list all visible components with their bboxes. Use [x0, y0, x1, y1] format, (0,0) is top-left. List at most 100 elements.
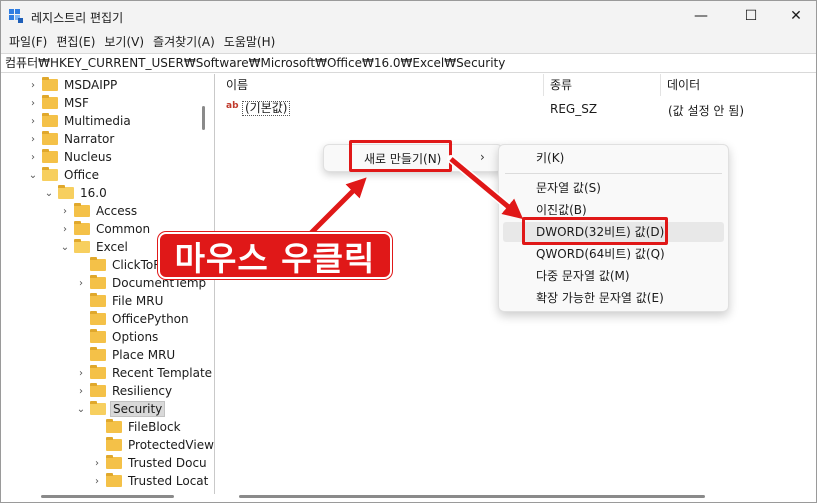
tree-item-label: Resiliency [112, 384, 173, 398]
tree-item-label: 16.0 [80, 186, 107, 200]
tree-item-label: Common [96, 222, 151, 236]
menu-view[interactable]: 보기(V) [100, 31, 149, 53]
tree-item[interactable]: ⌄ Office [27, 166, 101, 184]
chevron-right-icon[interactable]: › [59, 202, 71, 220]
tree-item[interactable]: › Multimedia [27, 112, 133, 130]
chevron-right-icon[interactable]: › [27, 112, 39, 130]
minimize-button[interactable]: — [678, 1, 724, 31]
maximize-button[interactable]: ☐ [728, 1, 774, 31]
folder-icon [106, 455, 122, 469]
tree-item[interactable]: ⌄ Security [75, 400, 166, 418]
tree-item-label: Multimedia [64, 114, 131, 128]
value-data: (값 설정 안 됨) [668, 104, 745, 118]
submenu-separator [505, 173, 722, 174]
tree-item[interactable]: ⌄ Excel [59, 238, 130, 256]
tree-item[interactable]: › Narrator [27, 130, 116, 148]
address-bar[interactable]: 컴퓨터₩HKEY_CURRENT_USER₩Software₩Microsoft… [1, 53, 816, 73]
value-row[interactable]: ab (기본값) REG_SZ (값 설정 안 됨) [220, 98, 816, 118]
column-header-name[interactable]: 이름 [220, 74, 544, 96]
tree-item[interactable]: › Common [59, 220, 152, 238]
value-type: REG_SZ [550, 102, 598, 116]
tree-item[interactable]: › Resiliency [75, 382, 174, 400]
tree-item-label: Access [96, 204, 138, 218]
tree-item[interactable]: Options [75, 328, 160, 346]
chevron-right-icon[interactable]: › [27, 148, 39, 166]
chevron-right-icon[interactable]: › [27, 94, 39, 112]
submenu-item-qword[interactable]: QWORD(64비트) 값(Q) [499, 244, 728, 264]
value-name[interactable]: (기본값) [242, 101, 291, 116]
tree-item[interactable]: › Trusted Docu [91, 454, 209, 472]
tree-item[interactable]: FileBlock [91, 418, 183, 436]
folder-icon [90, 365, 106, 379]
tree-item[interactable]: File MRU [75, 292, 165, 310]
tree-item[interactable]: › MSDAIPP [27, 76, 119, 94]
chevron-right-icon[interactable]: › [75, 382, 87, 400]
chevron-down-icon[interactable]: ⌄ [59, 238, 71, 256]
string-value-icon: ab [226, 101, 239, 111]
submenu-item-key[interactable]: 키(K) [499, 148, 728, 168]
tree-item[interactable]: › Nucleus [27, 148, 114, 166]
tree-item-label: FileBlock [128, 420, 181, 434]
values-horizontal-scrollbar[interactable] [239, 495, 705, 498]
close-button[interactable]: ✕ [773, 1, 816, 31]
folder-icon [106, 473, 122, 487]
highlight-box-dword [522, 217, 668, 245]
tree-item-label: Trusted Locat [128, 474, 209, 488]
folder-icon [90, 293, 106, 307]
menu-help[interactable]: 도움말(H) [220, 31, 281, 53]
tree-item-label: OfficePython [112, 312, 189, 326]
menu-bar: 파일(F) 편집(E) 보기(V) 즐겨찾기(A) 도움말(H) [1, 31, 816, 53]
submenu-arrow-icon: › [480, 150, 485, 164]
highlight-box-new [349, 140, 452, 172]
tree-item-label: Options [112, 330, 159, 344]
chevron-down-icon[interactable]: ⌄ [27, 166, 39, 184]
folder-icon [42, 113, 58, 127]
column-header-type[interactable]: 종류 [544, 74, 661, 96]
chevron-right-icon[interactable]: › [27, 130, 39, 148]
folder-icon [90, 383, 106, 397]
tree-item[interactable]: OfficePython [75, 310, 191, 328]
column-header-data[interactable]: 데이터 [661, 74, 816, 96]
tree-item[interactable]: › Trusted Locat [91, 472, 210, 490]
folder-icon [42, 95, 58, 109]
chevron-right-icon[interactable]: › [75, 364, 87, 382]
tree-item[interactable]: ClickToRu [75, 256, 171, 274]
tree-item[interactable]: › Recent Template [75, 364, 214, 382]
key-tree-pane[interactable]: › MSDAIPP › MSF › Multimedia › Narrator › Nucleus… [1, 74, 215, 494]
folder-icon [42, 149, 58, 163]
tree-vertical-scrollbar[interactable] [202, 106, 205, 130]
tree-item-label: Nucleus [64, 150, 112, 164]
tree-item[interactable]: ProtectedView [91, 436, 214, 454]
chevron-right-icon[interactable]: › [59, 220, 71, 238]
folder-icon [58, 185, 74, 199]
submenu-item-multi-string[interactable]: 다중 문자열 값(M) [499, 266, 728, 286]
tree-item-label: Place MRU [112, 348, 176, 362]
tree-item[interactable]: ⌄ 16.0 [43, 184, 109, 202]
folder-icon [90, 275, 106, 289]
tree-item[interactable]: Place MRU [75, 346, 177, 364]
chevron-down-icon[interactable]: ⌄ [75, 400, 87, 418]
chevron-right-icon[interactable]: › [27, 76, 39, 94]
menu-favorites[interactable]: 즐겨찾기(A) [149, 31, 220, 53]
tree-item[interactable]: › MSF [27, 94, 91, 112]
tree-item-label: Security [110, 401, 166, 417]
chevron-right-icon[interactable]: › [75, 274, 87, 292]
chevron-right-icon[interactable]: › [91, 454, 103, 472]
menu-edit[interactable]: 편집(E) [52, 31, 100, 53]
tree-item-label: ProtectedView [128, 438, 214, 452]
submenu-item-string[interactable]: 문자열 값(S) [499, 178, 728, 198]
chevron-right-icon[interactable]: › [91, 472, 103, 490]
tree-item-label: File MRU [112, 294, 164, 308]
submenu-item-expandable-string[interactable]: 확장 가능한 문자열 값(E) [499, 288, 728, 308]
tree-horizontal-scrollbar[interactable] [41, 495, 174, 498]
menu-file[interactable]: 파일(F) [5, 31, 52, 53]
tree-item-label: Recent Template [112, 366, 213, 380]
chevron-down-icon[interactable]: ⌄ [43, 184, 55, 202]
tree-item[interactable]: › Access [59, 202, 139, 220]
folder-icon [90, 347, 106, 361]
